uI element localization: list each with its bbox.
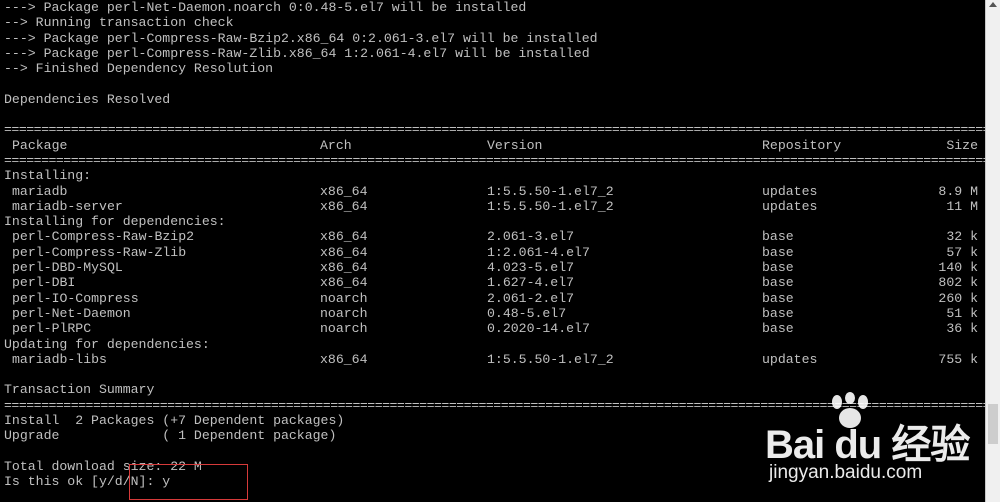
cell-size: 36 k — [946, 321, 978, 337]
cell-version: 1:5.5.50-1.el7_2 — [487, 351, 614, 367]
cell-repository: base — [762, 275, 794, 291]
cell-size: 11 M — [946, 198, 978, 214]
table-row: perl-DBD-MySQL x86_64 4.023-5.el7 base 140 k — [0, 260, 986, 275]
table-row: perl-Net-Daemon noarch 0.48-5.el7 base 51 k — [0, 306, 986, 321]
scroll-up-arrow-icon[interactable] — [989, 2, 997, 7]
table-row: mariadb x86_64 1:5.5.50-1.el7_2 updates 8.9 … — [0, 184, 986, 199]
section-title: Updating for dependencies: — [4, 336, 210, 352]
table-row: perl-Compress-Raw-Zlib x86_64 1:2.061-4.el… — [0, 245, 986, 260]
cell-repository: base — [762, 290, 794, 306]
cell-repository: base — [762, 260, 794, 276]
table-row: perl-DBI x86_64 1.627-4.el7 base 802 k — [0, 275, 986, 290]
cell-package: mariadb — [12, 183, 68, 199]
cell-repository: base — [762, 321, 794, 337]
log-line: ---> Package perl-Compress-Raw-Zlib.x86_… — [4, 45, 590, 61]
cell-arch: x86_64 — [320, 351, 368, 367]
cell-size: 260 k — [938, 290, 978, 306]
log-line: --> Running transaction check — [4, 15, 234, 31]
cell-version: 1:2.061-4.el7 — [487, 244, 590, 260]
cell-size: 140 k — [938, 260, 978, 276]
terminal-window: ---> Package perl-Net-Daemon.noarch 0:0.… — [0, 0, 1000, 502]
table-row: mariadb-libs x86_64 1:5.5.50-1.el7_2 update… — [0, 352, 986, 367]
table-separator: ========================================… — [4, 122, 986, 138]
log-line: Dependencies Resolved — [4, 91, 171, 107]
cell-arch: noarch — [320, 305, 368, 321]
table-row: perl-Compress-Raw-Bzip2 x86_64 2.061-3.el7… — [0, 229, 986, 244]
cell-repository: base — [762, 244, 794, 260]
cell-package: mariadb-libs — [12, 351, 107, 367]
cell-arch: x86_64 — [320, 275, 368, 291]
cell-package: perl-Compress-Raw-Bzip2 — [12, 229, 195, 245]
cell-arch: x86_64 — [320, 229, 368, 245]
cell-size: 32 k — [946, 229, 978, 245]
cell-repository: updates — [762, 198, 818, 214]
log-line: --> Finished Dependency Resolution — [4, 61, 274, 77]
cell-arch: noarch — [320, 321, 368, 337]
cell-package: mariadb-server — [12, 198, 123, 214]
section-title: Installing: — [4, 168, 92, 184]
cell-arch: x86_64 — [320, 260, 368, 276]
cell-repository: base — [762, 305, 794, 321]
table-separator: ========================================… — [4, 152, 986, 168]
cell-version: 2.061-2.el7 — [487, 290, 575, 306]
cell-size: 8.9 M — [938, 183, 978, 199]
watermark-url: jingyan.baidu.com — [769, 462, 923, 483]
header-version: Version — [487, 137, 543, 153]
baidu-jingyan-watermark: Bai du 经验 jingyan.baidu.com — [765, 392, 990, 492]
table-header-row: Package Arch Version Repository Size — [0, 138, 986, 153]
log-line: ---> Package perl-Net-Daemon.noarch 0:0.… — [4, 0, 527, 15]
cell-arch: x86_64 — [320, 198, 368, 214]
cell-version: 0.2020-14.el7 — [487, 321, 590, 337]
cell-arch: x86_64 — [320, 183, 368, 199]
cell-version: 4.023-5.el7 — [487, 260, 575, 276]
cell-size: 57 k — [946, 244, 978, 260]
cell-size: 802 k — [938, 275, 978, 291]
cell-version: 1.627-4.el7 — [487, 275, 575, 291]
cell-package: perl-IO-Compress — [12, 290, 139, 306]
header-size: Size — [946, 137, 978, 153]
cell-package: perl-PlRPC — [12, 321, 92, 337]
cell-repository: updates — [762, 351, 818, 367]
header-repository: Repository — [762, 137, 842, 153]
cell-version: 0.48-5.el7 — [487, 305, 567, 321]
table-row: perl-PlRPC noarch 0.2020-14.el7 base 36 k — [0, 321, 986, 336]
cell-package: perl-Net-Daemon — [12, 305, 131, 321]
cell-version: 1:5.5.50-1.el7_2 — [487, 183, 614, 199]
cell-version: 1:5.5.50-1.el7_2 — [487, 198, 614, 214]
cell-package: perl-Compress-Raw-Zlib — [12, 244, 187, 260]
table-row: perl-IO-Compress noarch 2.061-2.el7 base 260… — [0, 291, 986, 306]
cell-size: 755 k — [938, 351, 978, 367]
table-row: mariadb-server x86_64 1:5.5.50-1.el7_2 upda… — [0, 199, 986, 214]
cell-arch: x86_64 — [320, 244, 368, 260]
cell-package: perl-DBI — [12, 275, 76, 291]
prompt-highlight-box — [129, 464, 248, 500]
cell-version: 2.061-3.el7 — [487, 229, 575, 245]
header-arch: Arch — [320, 137, 352, 153]
cell-repository: updates — [762, 183, 818, 199]
header-package: Package — [12, 137, 68, 153]
cell-package: perl-DBD-MySQL — [12, 260, 123, 276]
cell-size: 51 k — [946, 305, 978, 321]
cell-arch: noarch — [320, 290, 368, 306]
cell-repository: base — [762, 229, 794, 245]
section-title: Installing for dependencies: — [4, 214, 226, 230]
log-line: ---> Package perl-Compress-Raw-Bzip2.x86… — [4, 30, 598, 46]
